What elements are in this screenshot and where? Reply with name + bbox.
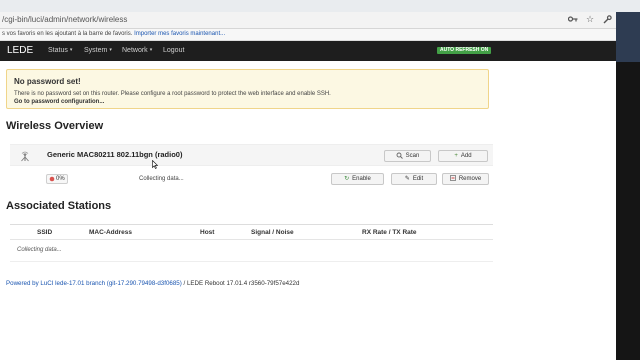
bookmarks-bar: s vos favoris en les ajoutant à la barre…: [0, 29, 616, 41]
page-footer: Powered by LuCI lede-17.01 branch (git-1…: [6, 280, 299, 287]
wrench-icon[interactable]: [602, 14, 612, 24]
nav-system-label: System: [84, 47, 108, 54]
scan-label: Scan: [405, 153, 420, 159]
desktop-edge-highlight: [616, 12, 640, 62]
brand-logo[interactable]: LEDE: [7, 45, 33, 56]
nav-status[interactable]: Status ▾: [48, 47, 72, 54]
add-button[interactable]: + Add: [438, 150, 488, 162]
wireless-overview-heading: Wireless Overview: [6, 120, 104, 132]
chevron-down-icon: ▾: [149, 47, 153, 53]
import-bookmarks-link[interactable]: Importer mes favoris maintenant...: [134, 31, 225, 37]
nav-logout-label: Logout: [163, 47, 185, 54]
nav-network[interactable]: Network ▾: [122, 47, 152, 54]
nav-logout[interactable]: Logout: [163, 47, 184, 54]
column-header-signal-noise: Signal / Noise: [251, 229, 294, 236]
wifi-radio-icon: [21, 151, 29, 162]
remove-icon: [449, 175, 456, 183]
browser-address-bar[interactable]: /cgi-bin/luci/admin/network/wireless ☆: [0, 12, 616, 29]
screen: /cgi-bin/luci/admin/network/wireless ☆ s…: [0, 0, 640, 360]
edit-label: Edit: [412, 176, 424, 182]
nav-network-label: Network: [122, 47, 148, 54]
desktop-edge: [616, 12, 640, 360]
mouse-cursor-icon: [152, 160, 158, 169]
table-header-row: SSID MAC-Address Host Signal / Noise RX …: [10, 224, 493, 240]
main-content: No password set! There is no password se…: [0, 61, 616, 360]
edit-button[interactable]: ✎ Edit: [391, 173, 437, 185]
stations-empty-text: Collecting data...: [17, 247, 62, 253]
radio-device-name: Generic MAC80211 802.11bgn (radio0): [47, 150, 183, 159]
nav-status-label: Status: [48, 47, 68, 54]
autorefresh-toggle[interactable]: AUTO REFRESH ON: [437, 47, 492, 54]
bookmarks-message: s vos favoris en les ajoutant à la barre…: [2, 31, 225, 37]
network-status-text: Collecting data...: [139, 176, 184, 182]
remove-label: Remove: [458, 176, 482, 182]
column-header-rx-tx-rate: RX Rate / TX Rate: [362, 229, 417, 236]
browser-title-bar: [0, 0, 640, 12]
luci-header: LEDE Status ▾ System ▾ Network ▾ Logout AUT…: [0, 41, 616, 61]
column-header-mac-address: MAC-Address: [89, 229, 132, 236]
associated-stations-table: SSID MAC-Address Host Signal / Noise RX …: [10, 224, 493, 262]
chevron-down-icon: ▾: [69, 47, 73, 53]
signal-badge: 0%: [46, 174, 68, 184]
wireless-network-row: 0% Collecting data... ↻ Enable ✎ Edit Re…: [10, 171, 493, 187]
alert-description: There is no password set on this router.…: [14, 91, 331, 97]
table-row: Collecting data...: [10, 240, 493, 262]
url-text[interactable]: /cgi-bin/luci/admin/network/wireless: [2, 15, 127, 24]
no-password-alert: No password set! There is no password se…: [6, 69, 489, 109]
associated-stations-heading: Associated Stations: [6, 200, 112, 212]
column-header-ssid: SSID: [37, 229, 53, 236]
signal-value: 0%: [56, 176, 65, 182]
radio-device-row: Generic MAC80211 802.11bgn (radio0) Scan…: [10, 144, 493, 166]
browser-toolbar-icons: ☆: [568, 14, 612, 24]
password-config-link[interactable]: Go to password configuration...: [14, 99, 104, 105]
scan-button[interactable]: Scan: [384, 150, 431, 162]
edit-icon: ✎: [404, 176, 410, 182]
add-label: Add: [460, 153, 472, 159]
signal-icon: [49, 176, 55, 182]
chevron-down-icon: ▾: [109, 47, 112, 53]
remove-button[interactable]: Remove: [442, 173, 489, 185]
alert-title: No password set!: [14, 77, 81, 86]
add-icon: +: [454, 153, 458, 159]
enable-button[interactable]: ↻ Enable: [331, 173, 384, 185]
key-icon[interactable]: [568, 14, 578, 24]
bookmarks-message-text: s vos favoris en les ajoutant à la barre…: [2, 31, 133, 37]
enable-label: Enable: [352, 176, 371, 182]
column-header-host: Host: [200, 229, 215, 236]
scan-icon: [396, 152, 403, 161]
firmware-version-text: / LEDE Reboot 17.01.4 r3560-79f57e422d: [181, 280, 300, 287]
star-icon[interactable]: ☆: [585, 14, 595, 24]
refresh-icon: ↻: [344, 176, 350, 182]
luci-version-link[interactable]: Powered by LuCI lede-17.01 branch (git-1…: [6, 280, 182, 287]
nav-system[interactable]: System ▾: [84, 47, 112, 54]
